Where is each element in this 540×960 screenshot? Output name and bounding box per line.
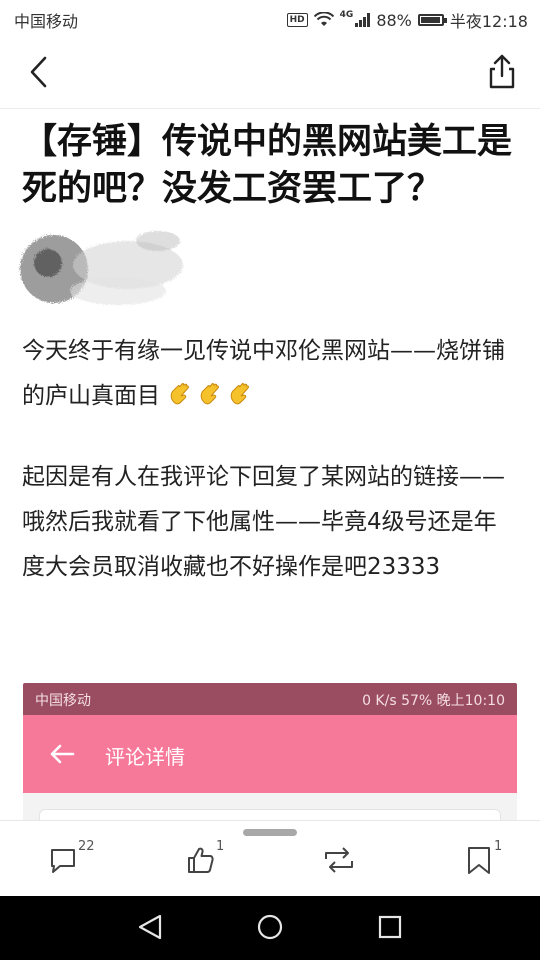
embedded-title-bar: 评论详情 [23, 715, 517, 793]
share-button[interactable] [482, 52, 522, 92]
signal-icon [355, 13, 371, 27]
clap-emoji-group [160, 383, 257, 409]
chevron-left-icon [30, 56, 47, 88]
embedded-comment-card [39, 809, 501, 820]
paragraph-1: 今天终于有缘一见传说中邓伦黑网站——烧饼铺的庐山真面目 [22, 329, 518, 419]
clap-icon [171, 383, 190, 405]
embedded-status-right: 0 K/s 57% 晚上10:10 [362, 693, 505, 709]
nav-back-icon[interactable] [136, 912, 166, 942]
comment-icon [51, 849, 75, 873]
thumbs-up-icon [188, 847, 214, 873]
embedded-screenshot[interactable]: 中国移动 0 K/s 57% 晚上10:10 评论详情 [23, 683, 517, 820]
paragraph-2: 起因是有人在我评论下回复了某网站的链接——哦然后我就看了下他属性——毕竟4级号还… [22, 464, 505, 580]
embedded-carrier: 中国移动 [35, 693, 91, 709]
clap-icon [201, 383, 220, 405]
clock: 半夜12:18 [449, 12, 528, 31]
arrow-left-icon [50, 744, 75, 764]
status-bar: 中国移动 HD 4G 88% 半夜12:18 [0, 0, 540, 36]
paragraph-1-text: 今天终于有缘一见传说中邓伦黑网站——烧饼铺的庐山真面目 [22, 338, 505, 409]
hd-badge: HD [286, 13, 308, 27]
favorite-count: 1 [494, 839, 503, 854]
bottom-action-bar: 22 1 1 [0, 820, 540, 897]
status-right: HD 4G 88% 半夜12:18 [286, 8, 528, 32]
like-button[interactable]: 1 [186, 839, 256, 885]
network-type: 4G [339, 10, 354, 20]
embedded-title: 评论详情 [105, 745, 185, 769]
battery-percent: 88% [376, 10, 412, 30]
top-nav [0, 36, 540, 109]
comment-count: 22 [78, 839, 95, 854]
repost-icon [325, 847, 353, 873]
repost-button[interactable] [322, 841, 392, 885]
back-button[interactable] [20, 52, 60, 92]
clap-icon [231, 383, 250, 405]
nav-recents-icon[interactable] [375, 912, 405, 942]
like-count: 1 [216, 839, 225, 854]
share-icon [489, 54, 515, 89]
nav-home-icon[interactable] [255, 912, 285, 942]
drag-handle[interactable] [243, 829, 297, 836]
author-avatar-obscured[interactable] [18, 229, 188, 315]
wifi-icon [313, 12, 334, 26]
bookmark-icon [468, 847, 490, 874]
carrier-label: 中国移动 [14, 12, 79, 31]
article-content[interactable]: 【存锤】传说中的黑网站美工是死的吧？没发工资罢工了？ 今天终于有缘一见传说中邓伦… [0, 109, 540, 820]
embedded-status-bar: 中国移动 0 K/s 57% 晚上10:10 [23, 683, 517, 715]
system-nav-bar [0, 896, 540, 960]
battery-icon [417, 14, 447, 26]
favorite-button[interactable]: 1 [464, 839, 534, 885]
comment-button[interactable]: 22 [48, 839, 118, 885]
article-title: 【存锤】传说中的黑网站美工是死的吧？没发工资罢工了？ [22, 122, 513, 209]
